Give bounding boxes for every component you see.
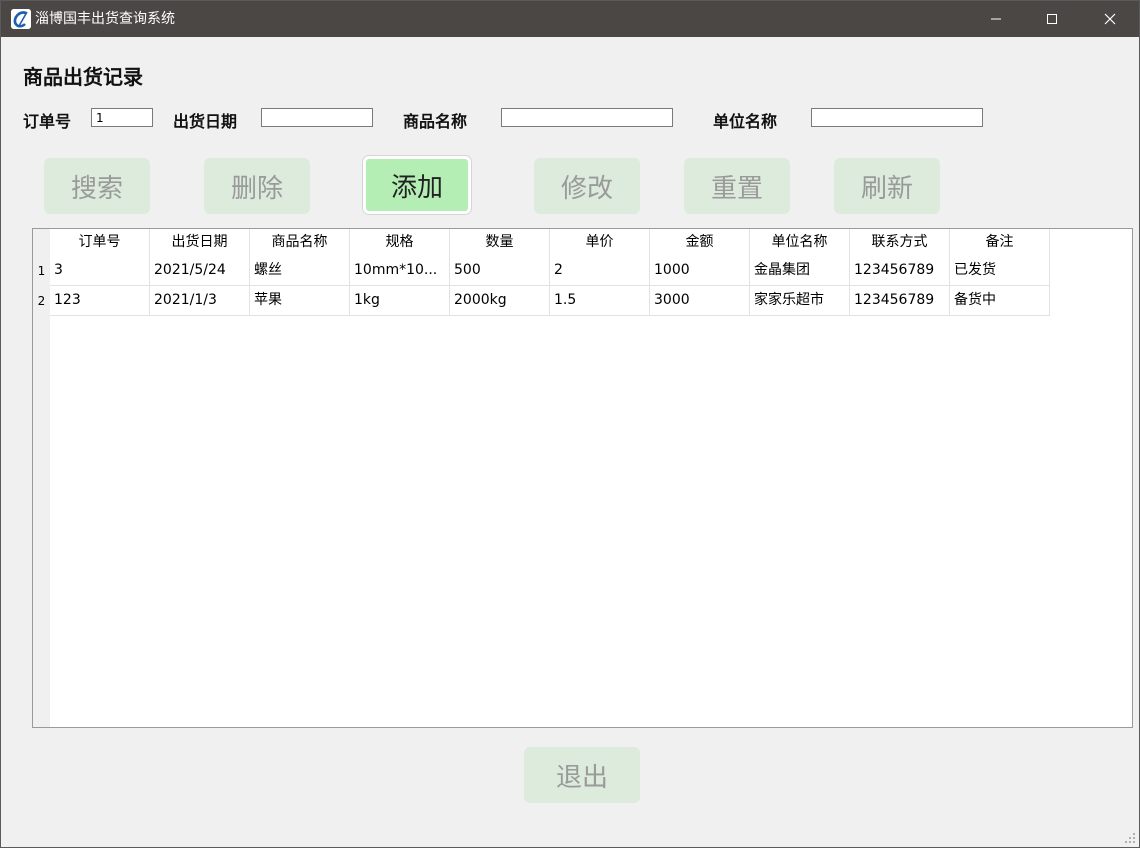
order-no-label: 订单号 (23, 112, 72, 131)
app-logo-icon (11, 9, 31, 29)
close-icon (1104, 13, 1116, 25)
modify-button[interactable]: 修改 (534, 158, 640, 214)
ship-date-label: 出货日期 (173, 112, 238, 131)
ship-date-input[interactable] (261, 108, 373, 127)
maximize-button[interactable] (1023, 1, 1081, 37)
table-cell[interactable]: 123456789 (850, 256, 950, 286)
column-header-company-name[interactable]: 单位名称 (750, 229, 850, 256)
column-header-amount[interactable]: 金额 (650, 229, 750, 256)
search-button[interactable]: 搜索 (44, 158, 150, 214)
column-header-ship-date[interactable]: 出货日期 (150, 229, 250, 256)
product-name-input[interactable] (501, 108, 673, 127)
column-header-contact[interactable]: 联系方式 (850, 229, 950, 256)
records-table[interactable]: 订单号 出货日期 商品名称 规格 数量 单价 金额 单位名称 联系方式 备注 1… (32, 228, 1133, 728)
maximize-icon (1047, 14, 1057, 24)
table-cell[interactable]: 2021/1/3 (150, 286, 250, 316)
resize-grip-icon[interactable] (1125, 833, 1135, 843)
table-cell[interactable]: 1kg (350, 286, 450, 316)
table-cell[interactable]: 1.5 (550, 286, 650, 316)
table-cell[interactable]: 2 (550, 256, 650, 286)
table-cell[interactable]: 备货中 (950, 286, 1050, 316)
column-header-quantity[interactable]: 数量 (450, 229, 550, 256)
company-name-label: 单位名称 (713, 112, 778, 131)
table-cell[interactable]: 2000kg (450, 286, 550, 316)
table-cell[interactable]: 1000 (650, 256, 750, 286)
column-header-remarks[interactable]: 备注 (950, 229, 1050, 256)
title-bar[interactable]: 淄博国丰出货查询系统 (1, 1, 1139, 37)
close-button[interactable] (1081, 1, 1139, 37)
table-cell[interactable]: 3 (50, 256, 150, 286)
main-window: 淄博国丰出货查询系统 商品出货记录 订单号 出货日期 商品名称 单位名称 搜索 … (0, 0, 1140, 848)
table-cell[interactable]: 苹果 (250, 286, 350, 316)
window-title: 淄博国丰出货查询系统 (35, 11, 175, 27)
table-cell[interactable]: 10mm*10... (350, 256, 450, 286)
exit-button[interactable]: 退出 (524, 747, 640, 803)
minimize-button[interactable] (967, 1, 1025, 37)
company-name-input[interactable] (811, 108, 983, 127)
table-cell[interactable]: 2021/5/24 (150, 256, 250, 286)
delete-button[interactable]: 删除 (204, 158, 310, 214)
table-cell[interactable]: 3000 (650, 286, 750, 316)
row-number[interactable]: 2 (33, 286, 50, 316)
table-cell[interactable]: 家家乐超市 (750, 286, 850, 316)
table-cell[interactable]: 金晶集团 (750, 256, 850, 286)
refresh-button[interactable]: 刷新 (834, 158, 940, 214)
table-row[interactable]: 2 123 2021/1/3 苹果 1kg 2000kg 1.5 3000 家家… (33, 286, 1050, 316)
table-cell[interactable]: 123 (50, 286, 150, 316)
column-header-spec[interactable]: 规格 (350, 229, 450, 256)
column-header-unit-price[interactable]: 单价 (550, 229, 650, 256)
table-cell[interactable]: 500 (450, 256, 550, 286)
row-number[interactable]: 1 (33, 256, 50, 286)
table-header-row: 订单号 出货日期 商品名称 规格 数量 单价 金额 单位名称 联系方式 备注 (50, 229, 1050, 256)
reset-button[interactable]: 重置 (684, 158, 790, 214)
table-cell[interactable]: 123456789 (850, 286, 950, 316)
page-title: 商品出货记录 (23, 65, 143, 89)
product-name-label: 商品名称 (403, 112, 468, 131)
order-no-input[interactable] (91, 108, 153, 127)
column-header-order-no[interactable]: 订单号 (50, 229, 150, 256)
table-row[interactable]: 1 3 2021/5/24 螺丝 10mm*10... 500 2 1000 金… (33, 256, 1050, 286)
table-cell[interactable]: 螺丝 (250, 256, 350, 286)
minimize-icon (991, 18, 1001, 20)
table-cell[interactable]: 已发货 (950, 256, 1050, 286)
column-header-product-name[interactable]: 商品名称 (250, 229, 350, 256)
add-button[interactable]: 添加 (363, 156, 471, 214)
